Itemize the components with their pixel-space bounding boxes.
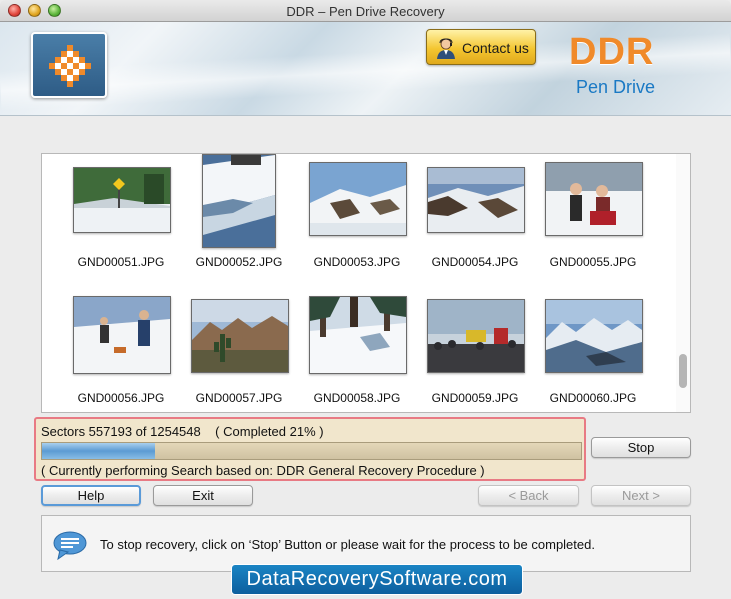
file-name: GND00058.JPG — [313, 391, 401, 405]
app-logo — [31, 32, 107, 98]
sectors-progress-text: Sectors 557193 of 1254548 ( Completed 21… — [41, 424, 324, 439]
file-name: GND00056.JPG — [77, 391, 165, 405]
photo-snowy-mountain — [309, 162, 407, 236]
photo-crowd-event — [427, 299, 525, 373]
contact-us-label: Contact us — [462, 40, 529, 56]
photo-desert-cactus — [191, 299, 289, 373]
photo-people-in-snow — [545, 162, 643, 236]
photo-people-walking-snow — [73, 296, 171, 374]
app-header: Contact us DDR Pen Drive — [0, 22, 731, 116]
brand-name: DDR — [569, 31, 655, 73]
photo-mountain-range — [545, 299, 643, 373]
photo-snowy-forest — [309, 296, 407, 374]
gallery-scroll-thumb[interactable] — [679, 354, 687, 388]
file-name: GND00060.JPG — [549, 391, 637, 405]
file-name: GND00051.JPG — [77, 255, 165, 269]
file-name: GND00054.JPG — [431, 255, 519, 269]
recovery-progress-fill — [42, 443, 155, 459]
checker-logo-icon — [49, 45, 91, 87]
recovery-progress-panel: Sectors 557193 of 1254548 ( Completed 21… — [34, 417, 586, 481]
info-message-text: To stop recovery, click on ‘Stop’ Button… — [100, 537, 595, 552]
title-bar: DDR – Pen Drive Recovery — [0, 0, 731, 22]
gallery-scrollbar[interactable] — [676, 154, 690, 412]
window-title: DDR – Pen Drive Recovery — [286, 4, 445, 19]
website-watermark: DataRecoverySoftware.com — [231, 564, 523, 595]
recovery-status-text: ( Currently performing Search based on: … — [41, 463, 485, 478]
support-person-icon — [437, 38, 455, 59]
recovered-files-gallery[interactable]: GND00051.JPG GND00052.JPG GND00053.JPG G… — [41, 153, 691, 413]
speech-bubble-icon — [53, 531, 87, 560]
help-button[interactable]: Help — [41, 485, 141, 506]
recovery-progress-bar — [41, 442, 582, 460]
file-name: GND00055.JPG — [549, 255, 637, 269]
stop-button[interactable]: Stop — [591, 437, 691, 458]
next-button[interactable]: Next > — [591, 485, 691, 506]
file-name: GND00059.JPG — [431, 391, 519, 405]
photo-snowy-road-sign — [73, 167, 171, 233]
file-name: GND00053.JPG — [313, 255, 401, 269]
photo-snow-slope — [202, 154, 276, 248]
exit-button[interactable]: Exit — [153, 485, 253, 506]
back-button[interactable]: < Back — [478, 485, 579, 506]
file-name: GND00052.JPG — [195, 255, 283, 269]
brand-subtitle: Pen Drive — [576, 77, 656, 97]
photo-snowy-valley — [427, 167, 525, 233]
contact-us-button[interactable]: Contact us — [426, 29, 536, 65]
file-name: GND00057.JPG — [195, 391, 283, 405]
